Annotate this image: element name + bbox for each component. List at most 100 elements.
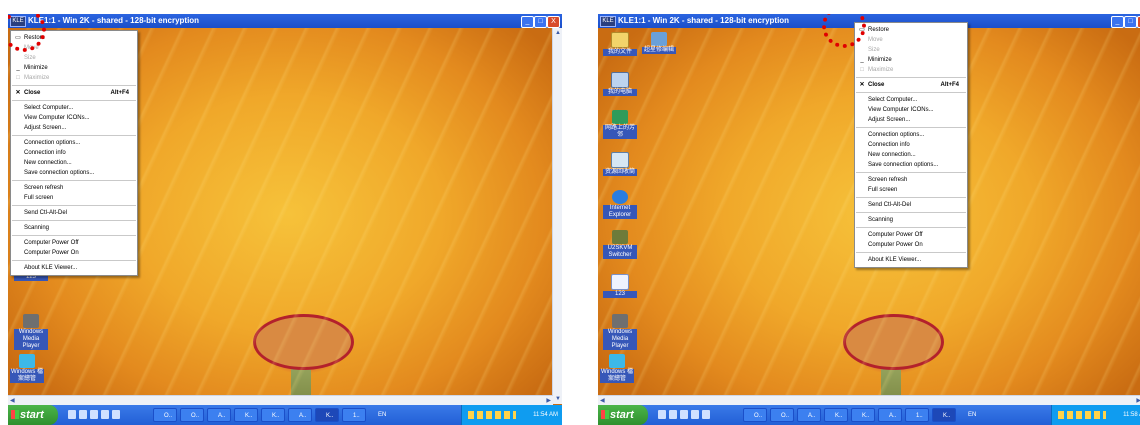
- horizontal-scrollbar[interactable]: ◀ ▶: [598, 395, 1140, 405]
- menu-item-power-on[interactable]: Computer Power On: [11, 248, 137, 258]
- menu-item-select-computer[interactable]: Select Computer...: [855, 95, 967, 105]
- app-icon[interactable]: KLE: [600, 16, 616, 27]
- language-indicator[interactable]: EN: [968, 405, 976, 425]
- taskbar-button[interactable]: A..: [878, 408, 902, 422]
- desktop-icon-explorer[interactable]: Windows 檔案總管: [600, 354, 634, 383]
- scroll-left-icon[interactable]: ◀: [600, 397, 605, 404]
- language-indicator[interactable]: EN: [378, 405, 386, 425]
- quick-launch-icon[interactable]: [702, 410, 710, 419]
- menu-item-power-on[interactable]: Computer Power On: [855, 240, 967, 250]
- taskbar-button-active[interactable]: K..: [932, 408, 956, 422]
- menu-item-save-connection[interactable]: Save connection options...: [11, 168, 137, 178]
- menu-separator: [12, 235, 136, 236]
- menu-item-close[interactable]: ✕ Close Alt+F4: [855, 80, 967, 90]
- menu-item-power-off[interactable]: Computer Power Off: [855, 230, 967, 240]
- taskbar-button[interactable]: O..: [743, 408, 767, 422]
- menu-item-minimize[interactable]: _ Minimize: [855, 55, 967, 65]
- quick-launch-icon[interactable]: [68, 410, 76, 419]
- menu-item-about[interactable]: About KLE Viewer...: [11, 263, 137, 273]
- menu-item-new-connection[interactable]: New connection...: [11, 158, 137, 168]
- desktop-icon-recycle-bin[interactable]: 资源回收筒: [603, 152, 637, 176]
- menu-item-power-off[interactable]: Computer Power Off: [11, 238, 137, 248]
- desktop-icon-documents[interactable]: 我的文件: [603, 32, 637, 56]
- minimize-button[interactable]: _: [1111, 16, 1124, 28]
- desktop-icon-media-player[interactable]: Windows Media Player: [14, 314, 48, 350]
- menu-item-minimize[interactable]: _ Minimize: [11, 63, 137, 73]
- quick-launch-icon[interactable]: [669, 410, 677, 419]
- menu-item-full-screen[interactable]: Full screen: [11, 193, 137, 203]
- quick-launch-icon[interactable]: [90, 410, 98, 419]
- menu-item-new-connection[interactable]: New connection...: [855, 150, 967, 160]
- taskbar-button[interactable]: O..: [770, 408, 794, 422]
- start-button[interactable]: start: [598, 405, 648, 425]
- horizontal-scrollbar[interactable]: ◀ ▶: [8, 395, 553, 405]
- network-icon: [612, 110, 628, 124]
- desktop-icon-editor[interactable]: 超星修编辑: [642, 32, 676, 54]
- menu-item-full-screen[interactable]: Full screen: [855, 185, 967, 195]
- menu-item-restore[interactable]: ▭ Restore: [855, 25, 967, 35]
- taskbar-button[interactable]: O..: [153, 408, 177, 422]
- menu-item-screen-refresh[interactable]: Screen refresh: [11, 183, 137, 193]
- taskbar-button[interactable]: A..: [797, 408, 821, 422]
- system-tray: 11:58 AM: [1051, 405, 1140, 425]
- scroll-up-icon[interactable]: ▲: [555, 30, 561, 36]
- desktop-icon-media-player[interactable]: Windows Media Player: [603, 314, 637, 350]
- menu-item-view-icons[interactable]: View Computer ICONs...: [855, 105, 967, 115]
- menu-item-scanning[interactable]: Scanning: [855, 215, 967, 225]
- menu-item-screen-refresh[interactable]: Screen refresh: [855, 175, 967, 185]
- desktop-icon-ie[interactable]: Internet Explorer: [603, 190, 637, 219]
- menu-item-adjust-screen[interactable]: Adjust Screen...: [855, 115, 967, 125]
- taskbar-button-active[interactable]: K..: [315, 408, 339, 422]
- vertical-scrollbar[interactable]: ▲ ▼: [552, 28, 562, 404]
- desktop-icon-computer[interactable]: 我的电脑: [603, 72, 637, 96]
- menu-item-connection-options[interactable]: Connection options...: [11, 138, 137, 148]
- quick-launch-icon[interactable]: [658, 410, 666, 419]
- menu-item-close[interactable]: ✕ Close Alt+F4: [11, 88, 137, 98]
- start-button[interactable]: start: [8, 405, 58, 425]
- quick-launch-icon[interactable]: [112, 410, 120, 419]
- menu-separator: [12, 85, 136, 86]
- menu-item-ctl-alt-del[interactable]: Send Ctl-Alt-Del: [11, 208, 137, 218]
- tray-icons[interactable]: [1058, 411, 1106, 419]
- maximize-button[interactable]: □: [1124, 16, 1137, 28]
- taskbar-button[interactable]: A..: [207, 408, 231, 422]
- taskbar-button[interactable]: A..: [288, 408, 312, 422]
- menu-item-connection-options[interactable]: Connection options...: [855, 130, 967, 140]
- maximize-icon: □: [16, 75, 20, 81]
- desktop-icon-file[interactable]: 123: [603, 274, 637, 298]
- menu-item-view-icons[interactable]: View Computer ICONs...: [11, 113, 137, 123]
- menu-item-adjust-screen[interactable]: Adjust Screen...: [11, 123, 137, 133]
- quick-launch-icon[interactable]: [680, 410, 688, 419]
- scroll-right-icon[interactable]: ▶: [546, 397, 551, 404]
- minimize-button[interactable]: _: [521, 16, 534, 28]
- taskbar-button[interactable]: 1..: [342, 408, 366, 422]
- scroll-down-icon[interactable]: ▼: [555, 396, 561, 402]
- quick-launch-icon[interactable]: [101, 410, 109, 419]
- menu-separator: [12, 180, 136, 181]
- menu-item-about[interactable]: About KLE Viewer...: [855, 255, 967, 265]
- scroll-left-icon[interactable]: ◀: [10, 397, 15, 404]
- taskbar-button[interactable]: K..: [851, 408, 875, 422]
- maximize-button[interactable]: □: [534, 16, 547, 28]
- menu-item-save-connection[interactable]: Save connection options...: [855, 160, 967, 170]
- taskbar-button[interactable]: O..: [180, 408, 204, 422]
- menu-item-connection-info[interactable]: Connection info: [11, 148, 137, 158]
- taskbar-button[interactable]: K..: [261, 408, 285, 422]
- scroll-right-icon[interactable]: ▶: [1136, 397, 1140, 404]
- tray-icons[interactable]: [468, 411, 516, 419]
- menu-item-select-computer[interactable]: Select Computer...: [11, 103, 137, 113]
- quick-launch-icon[interactable]: [691, 410, 699, 419]
- taskbar-button[interactable]: K..: [234, 408, 258, 422]
- close-button[interactable]: X: [547, 16, 560, 28]
- desktop-icon-kvm-switcher[interactable]: U2SKVM Switcher: [603, 230, 637, 259]
- menu-item-ctl-alt-del[interactable]: Send Ctl-Alt-Del: [855, 200, 967, 210]
- quick-launch-icon[interactable]: [79, 410, 87, 419]
- window-titlebar[interactable]: KLE KLE1:1 - Win 2K - shared - 128-bit e…: [8, 14, 562, 28]
- desktop-icon-explorer[interactable]: Windows 檔案總管: [10, 354, 44, 383]
- menu-item-label: New connection...: [868, 152, 916, 158]
- desktop-icon-network[interactable]: 网路上的芳邻: [603, 110, 637, 139]
- menu-item-scanning[interactable]: Scanning: [11, 223, 137, 233]
- taskbar-button[interactable]: K..: [824, 408, 848, 422]
- menu-item-connection-info[interactable]: Connection info: [855, 140, 967, 150]
- taskbar-button[interactable]: 1..: [905, 408, 929, 422]
